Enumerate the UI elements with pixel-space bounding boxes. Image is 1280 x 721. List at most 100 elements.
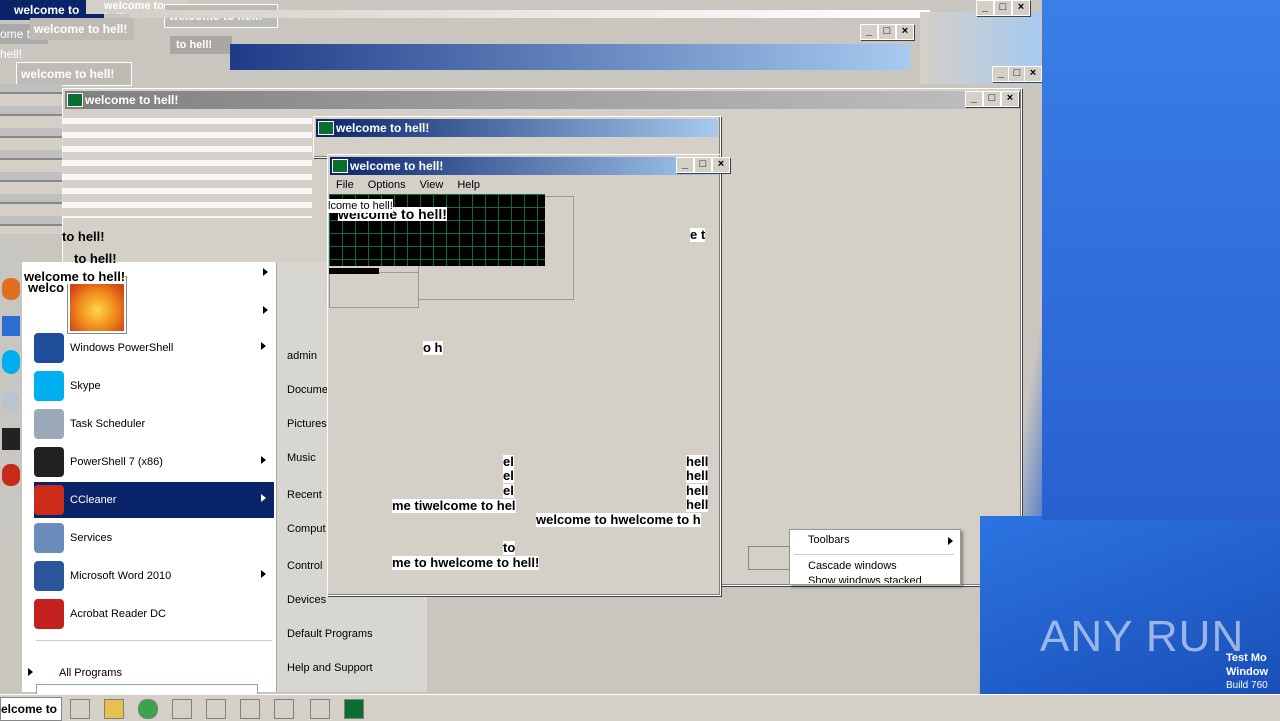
start-right-link[interactable]: Recent bbox=[287, 489, 322, 501]
user-avatar[interactable] bbox=[68, 277, 126, 333]
start-arrow-1 bbox=[263, 268, 268, 276]
powershell-icon bbox=[34, 333, 64, 363]
start-right-link[interactable]: admin bbox=[287, 350, 317, 362]
clock-icon[interactable] bbox=[2, 392, 20, 412]
start-item-label: CCleaner bbox=[70, 494, 117, 506]
start-item[interactable]: CCleaner bbox=[34, 482, 274, 518]
submenu-arrow-icon bbox=[948, 537, 953, 545]
close-button[interactable]: × bbox=[896, 24, 914, 40]
taskbar-chrome-icon[interactable] bbox=[138, 699, 158, 719]
terminal-icon[interactable] bbox=[2, 428, 20, 450]
glitch-panel-left bbox=[62, 118, 312, 218]
close-button[interactable]: × bbox=[712, 157, 730, 173]
taskbar-ie-icon[interactable] bbox=[70, 699, 90, 719]
glitch-text: hell bbox=[686, 497, 709, 512]
skype-icon[interactable] bbox=[2, 350, 20, 374]
start-right-link[interactable]: Control bbox=[287, 560, 322, 572]
background-window-titlebar[interactable]: welcome to hell! bbox=[65, 91, 1019, 109]
minimize-button[interactable]: _ bbox=[860, 24, 878, 40]
taskbar-window-icon[interactable] bbox=[240, 699, 260, 719]
app-icon bbox=[67, 93, 83, 107]
start-item-label: Services bbox=[70, 532, 113, 544]
taskbar-folder-icon[interactable] bbox=[104, 699, 124, 719]
ccleaner-icon bbox=[34, 485, 64, 515]
background-window-title: welcome to hell! bbox=[85, 93, 179, 107]
start-item-label: PowerShell 7 (x86) bbox=[70, 456, 163, 468]
taskbar-fragment[interactable]: elcome to h bbox=[0, 697, 62, 721]
menu-help[interactable]: Help bbox=[457, 176, 480, 194]
watermark-logo: ANY RUN bbox=[1040, 612, 1245, 661]
skype-icon bbox=[34, 371, 64, 401]
close-button[interactable]: × bbox=[1001, 91, 1019, 107]
glitch-text: hell bbox=[686, 468, 709, 483]
submenu-arrow-icon bbox=[261, 342, 266, 350]
start-right-link[interactable]: Default Programs bbox=[287, 628, 373, 640]
all-programs-link[interactable]: All Programs bbox=[59, 667, 122, 679]
desktop-blue-right bbox=[1042, 0, 1280, 520]
menu-file[interactable]: File bbox=[336, 176, 354, 194]
powershell-icon[interactable] bbox=[2, 316, 20, 336]
app-icon bbox=[332, 159, 348, 173]
glitch-text: to hell! bbox=[74, 251, 117, 266]
glitch-text: o h bbox=[423, 340, 443, 355]
app-icon bbox=[318, 121, 334, 135]
os-text-3: Build 760 bbox=[1226, 680, 1268, 691]
ccleaner-icon[interactable] bbox=[2, 464, 20, 486]
glitch-text: e t bbox=[690, 227, 706, 242]
start-item[interactable]: Microsoft Word 2010 bbox=[34, 558, 274, 594]
start-item[interactable]: Task Scheduler bbox=[34, 406, 274, 442]
menu-view[interactable]: View bbox=[420, 176, 444, 194]
taskbar-edit-icon[interactable] bbox=[310, 699, 330, 719]
taskbar-window-icon[interactable] bbox=[206, 699, 226, 719]
start-right-link[interactable]: Music bbox=[287, 452, 316, 464]
glitch-text: el bbox=[503, 483, 514, 498]
minimize-button[interactable]: _ bbox=[976, 0, 994, 16]
start-item[interactable]: Skype bbox=[34, 368, 274, 404]
start-item[interactable]: PowerShell 7 (x86) bbox=[34, 444, 274, 480]
glitch-strip-1 bbox=[230, 44, 910, 70]
window-controls-top: _ □ × bbox=[976, 0, 1042, 16]
stacked-window-titlebar[interactable]: welcome to hell! bbox=[316, 119, 718, 137]
minimize-button[interactable]: _ bbox=[676, 157, 694, 173]
close-button[interactable]: × bbox=[1012, 0, 1030, 16]
minimize-button[interactable]: _ bbox=[965, 91, 983, 107]
start-separator bbox=[36, 640, 272, 641]
menu-options[interactable]: Options bbox=[368, 176, 406, 194]
start-item-label: Skype bbox=[70, 380, 101, 392]
maximize-button[interactable]: □ bbox=[994, 0, 1012, 16]
glitch-text: lcome to hell! bbox=[328, 199, 393, 213]
context-item-cascade[interactable]: Cascade windows bbox=[808, 560, 897, 572]
stacked-window-1: welcome to hell! bbox=[313, 116, 721, 158]
taskbar-window-icon[interactable] bbox=[274, 699, 294, 719]
glitch-text: welcome to hwelcome to h bbox=[536, 512, 701, 527]
start-right-link[interactable]: Help and Support bbox=[287, 662, 373, 674]
start-item[interactable]: Acrobat Reader DC bbox=[34, 596, 274, 632]
context-item-toolbars[interactable]: Toolbars bbox=[808, 534, 850, 546]
maximize-button[interactable]: □ bbox=[983, 91, 1001, 107]
start-right-link[interactable]: Pictures bbox=[287, 418, 327, 430]
os-text-2: Window bbox=[1226, 666, 1269, 678]
word-icon bbox=[34, 561, 64, 591]
glitch-panel-left-2 bbox=[0, 84, 62, 234]
stray-titlebar-5: welcome to hell! bbox=[30, 18, 134, 40]
start-right-link[interactable]: Comput bbox=[287, 523, 326, 535]
taskbar-window-icon[interactable] bbox=[172, 699, 192, 719]
maximize-button[interactable]: □ bbox=[694, 157, 712, 173]
start-item[interactable]: Services bbox=[34, 520, 274, 556]
start-item[interactable]: Windows PowerShell bbox=[34, 330, 274, 366]
firefox-icon[interactable] bbox=[2, 278, 20, 300]
close-button[interactable]: × bbox=[1024, 66, 1042, 82]
glitch-text: el bbox=[503, 454, 514, 469]
main-window-titlebar[interactable]: welcome to hell! bbox=[330, 157, 718, 175]
start-right-link[interactable]: Devices bbox=[287, 594, 326, 606]
submenu-arrow-icon bbox=[261, 494, 266, 502]
stacked-window-title: welcome to hell! bbox=[336, 121, 430, 135]
glitch-text: to bbox=[503, 540, 516, 555]
taskbar-app-icon[interactable] bbox=[344, 699, 364, 719]
black-bar bbox=[329, 268, 379, 274]
start-right-link[interactable]: Docume bbox=[287, 384, 328, 396]
context-item-stacked[interactable]: Show windows stacked bbox=[808, 575, 922, 583]
submenu-arrow-icon bbox=[261, 456, 266, 464]
stray-titlebar-6: welcome to hell! bbox=[16, 62, 132, 86]
maximize-button[interactable]: □ bbox=[878, 24, 896, 40]
